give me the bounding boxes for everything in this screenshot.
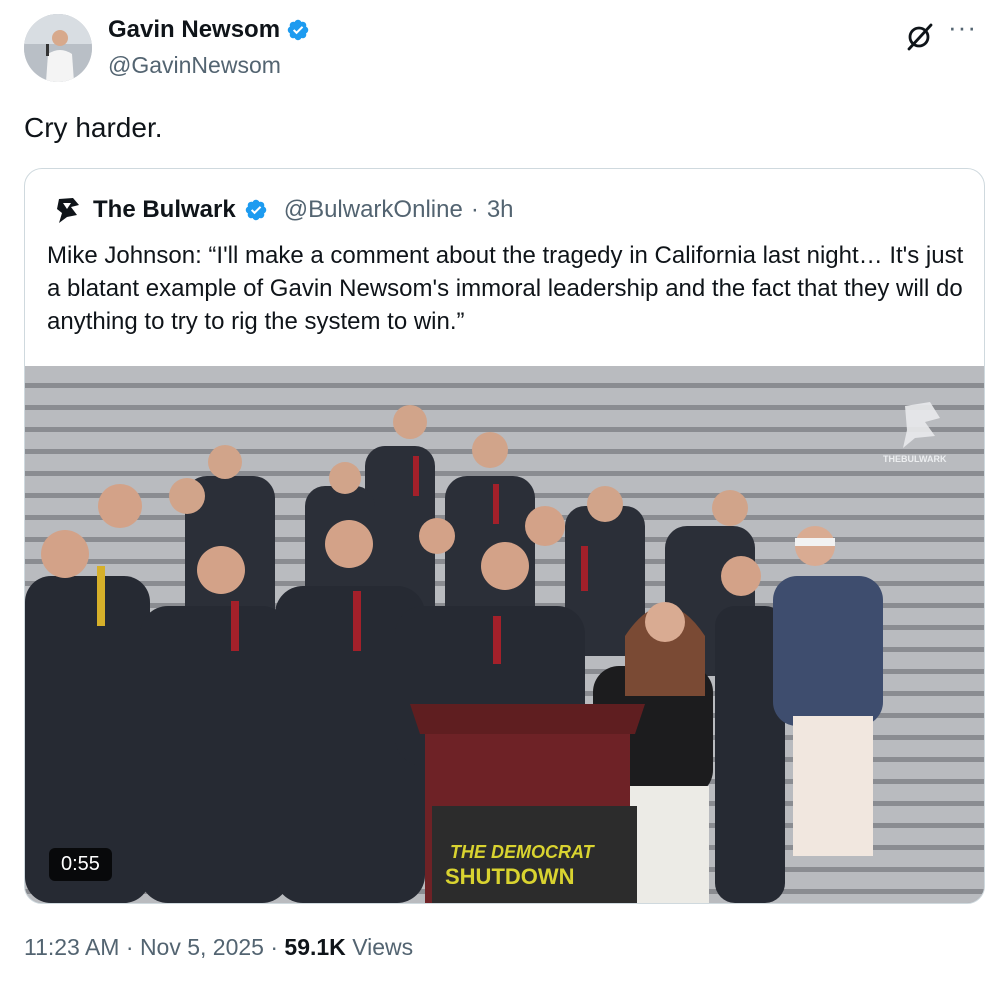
tweet-text: Cry harder. (24, 112, 163, 143)
more-icon[interactable]: ··· (948, 12, 977, 43)
author-avatar[interactable] (24, 14, 92, 82)
video-player[interactable]: THEBULWARK THE DEMOCRAT SHUTDOWN 0:55 (25, 366, 984, 903)
avatar-photo (24, 14, 92, 82)
quoted-tweet[interactable]: The Bulwark @BulwarkOnline · 3h Mike Joh… (24, 168, 985, 904)
podium-sign-line1: THE DEMOCRAT (450, 842, 596, 862)
verified-badge-icon (245, 199, 266, 221)
tweet-metadata: 11:23 AM · Nov 5, 2025 · 59.1K Views (24, 934, 413, 961)
quoted-author-handle[interactable]: @BulwarkOnline (284, 196, 463, 224)
views-label: Views (352, 934, 414, 960)
svg-text:THEBULWARK: THEBULWARK (883, 454, 947, 464)
quoted-author-name[interactable]: The Bulwark (93, 196, 236, 224)
author-name-row[interactable]: Gavin Newsom (108, 16, 310, 44)
author-name[interactable]: Gavin Newsom (108, 16, 280, 44)
separator-dot: · (470, 196, 479, 223)
separator-dot: · (125, 934, 140, 960)
bulwark-logo-icon[interactable] (53, 195, 85, 225)
video-duration-badge: 0:55 (49, 848, 112, 881)
separator-dot: · (270, 934, 285, 960)
quoted-tweet-header: The Bulwark @BulwarkOnline · 3h (53, 195, 514, 225)
quoted-tweet-text: Mike Johnson: “I'll make a comment about… (47, 242, 964, 335)
author-handle[interactable]: @GavinNewsom (108, 52, 281, 79)
tweet-time[interactable]: 11:23 AM (24, 934, 119, 960)
tweet-date[interactable]: Nov 5, 2025 (140, 934, 264, 960)
podium-sign-line2: SHUTDOWN (445, 864, 575, 889)
grok-icon[interactable] (902, 22, 938, 52)
views-count[interactable]: 59.1K (284, 934, 345, 960)
quoted-time[interactable]: 3h (487, 196, 514, 224)
verified-badge-icon (287, 19, 309, 41)
video-thumbnail: THEBULWARK THE DEMOCRAT SHUTDOWN (25, 366, 984, 903)
